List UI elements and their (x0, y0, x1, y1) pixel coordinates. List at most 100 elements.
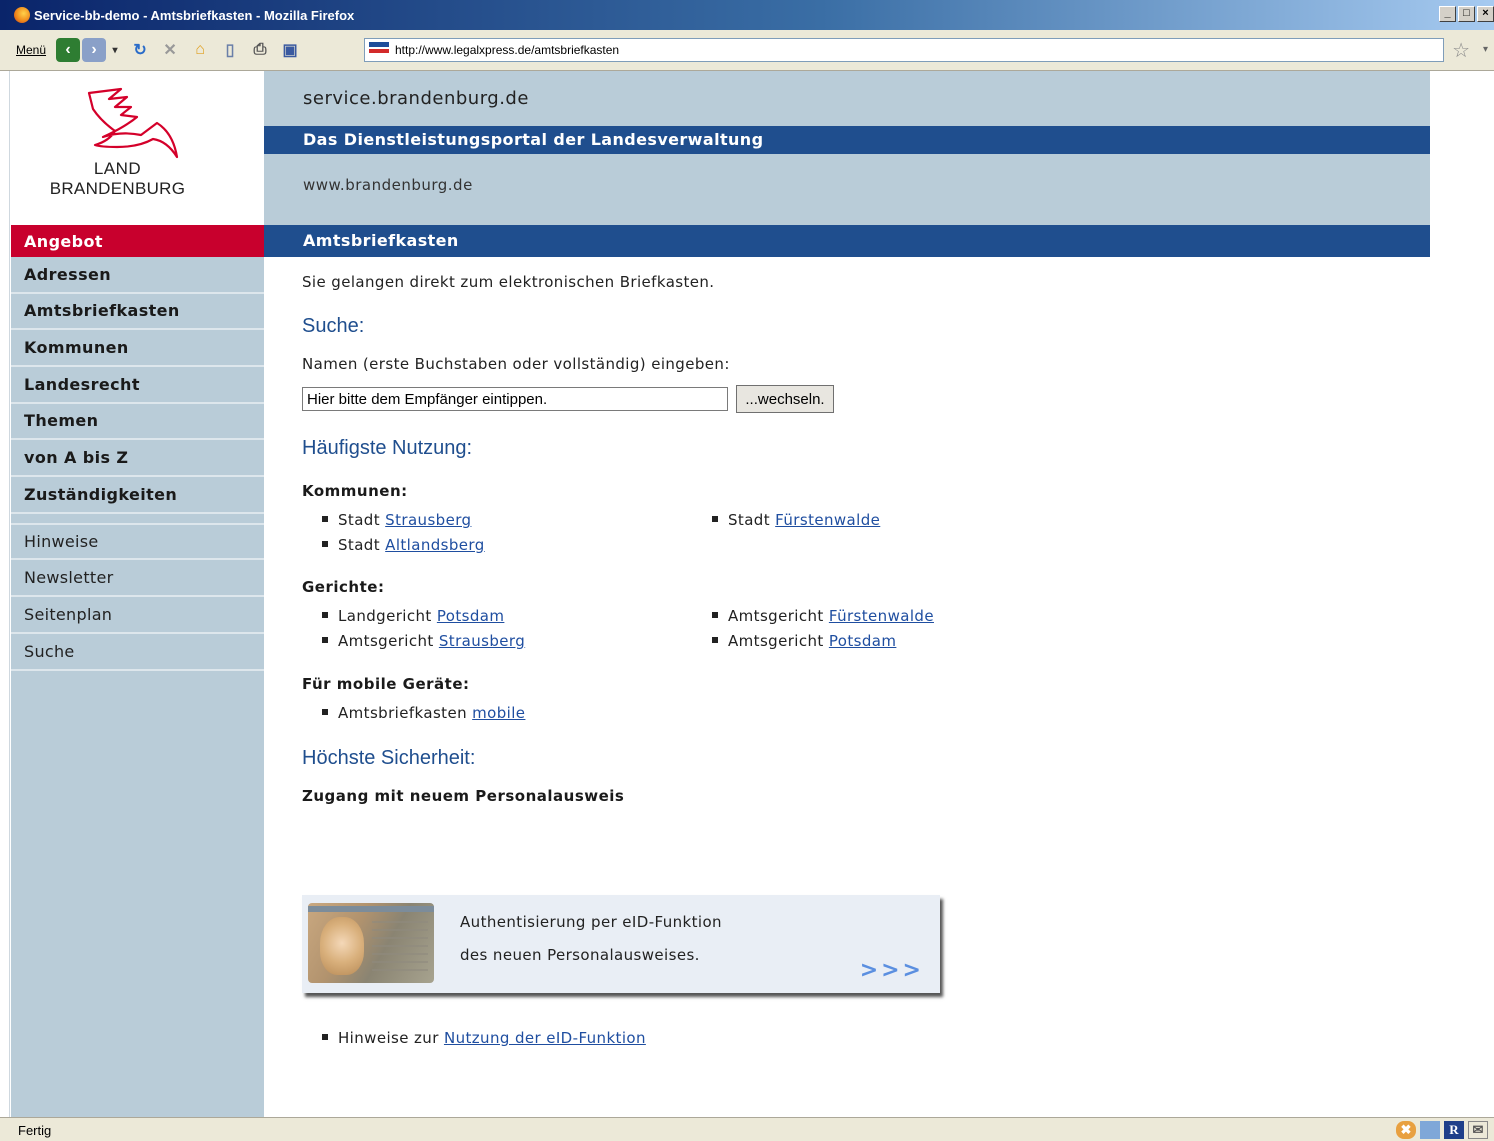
kommunen-heading: Kommunen: (302, 482, 408, 500)
bookmark-star-icon[interactable]: ☆ (1452, 38, 1470, 63)
eagle-icon (87, 87, 179, 159)
id-card-image (308, 903, 434, 983)
search-heading: Suche: (302, 315, 365, 337)
url-text: http://www.legalxpress.de/amtsbriefkaste… (395, 43, 620, 57)
eid-login-card[interactable]: Authentisierung per eID-Funktion des neu… (302, 895, 940, 993)
link-strausberg[interactable]: Strausberg (385, 511, 471, 529)
list-item-prefix: Stadt (338, 536, 380, 554)
firefox-icon (14, 7, 30, 23)
gerichte-heading: Gerichte: (302, 578, 385, 596)
sidebar-item-hinweise[interactable]: Hinweise (11, 523, 264, 560)
star-dropdown-icon[interactable]: ▾ (1483, 44, 1488, 55)
page-icon[interactable]: ▯ (218, 38, 242, 62)
addon-blocked-icon[interactable]: ✖ (1396, 1121, 1416, 1139)
link-amtsgericht-strausberg[interactable]: Strausberg (439, 632, 525, 650)
link-altlandsberg[interactable]: Altlandsberg (385, 536, 485, 554)
bullet-icon (322, 636, 328, 643)
sidebar: LAND BRANDENBURG Angebot Adressen Amtsbr… (11, 71, 264, 1117)
browser-toolbar: Menü ‹ › ▾ ↻ ✕ ⌂ ▯ ⎙ ▣ http://www.legalx… (0, 30, 1494, 71)
reload-icon[interactable]: ↻ (128, 38, 152, 62)
url-bar[interactable]: http://www.legalxpress.de/amtsbriefkaste… (364, 38, 1444, 62)
list-item: Amtsbriefkasten mobile (322, 704, 525, 722)
stop-icon[interactable]: ✕ (158, 38, 182, 62)
portal-link-band: www.brandenburg.de (264, 154, 1430, 225)
back-icon[interactable]: ‹ (56, 38, 81, 62)
id-card-portrait (320, 917, 364, 975)
list-item: Amtsgericht Potsdam (712, 632, 896, 650)
list-item-prefix: Stadt (728, 511, 770, 529)
list-item: Stadt Fürstenwalde (712, 511, 880, 529)
mail-icon[interactable]: ✉ (1468, 1121, 1488, 1139)
mobile-heading: Für mobile Geräte: (302, 675, 470, 693)
addon-r-icon[interactable]: R (1444, 1121, 1464, 1139)
sidebar-item-themen[interactable]: Themen (11, 403, 264, 440)
link-amtsgericht-potsdam[interactable]: Potsdam (829, 632, 897, 650)
id-card-text-lines (372, 921, 428, 971)
link-eid-usage[interactable]: Nutzung der eID-Funktion (444, 1029, 646, 1047)
page-viewport: LAND BRANDENBURG Angebot Adressen Amtsbr… (0, 71, 1494, 1117)
page-left-margin (0, 71, 10, 1117)
home-icon[interactable]: ⌂ (188, 38, 212, 62)
status-bar: Fertig ✖ R ✉ (0, 1117, 1494, 1141)
section-band: Amtsbriefkasten (264, 225, 1430, 257)
search-submit-button[interactable]: ...wechseln. (736, 385, 834, 413)
sidebar-item-newsletter[interactable]: Newsletter (11, 560, 264, 597)
security-heading: Höchste Sicherheit: (302, 747, 476, 769)
site-name[interactable]: service.brandenburg.de (303, 88, 529, 109)
bullet-icon (322, 540, 328, 547)
site-header: service.brandenburg.de (264, 71, 1430, 126)
list-item-prefix: Amtsgericht (338, 632, 434, 650)
intro-text: Sie gelangen direkt zum elektronischen B… (302, 273, 715, 291)
list-item-prefix: Amtsgericht (728, 632, 824, 650)
maximize-icon[interactable]: □ (1458, 6, 1475, 22)
sidebar-item-landesrecht[interactable]: Landesrecht (11, 367, 264, 404)
forward-icon[interactable]: › (82, 38, 107, 62)
close-icon[interactable]: × (1477, 6, 1494, 22)
eid-arrow-icon[interactable]: >>> (860, 958, 924, 983)
save-icon[interactable]: ▣ (278, 38, 302, 62)
bullet-icon (712, 636, 718, 643)
link-amtsgericht-fuerstenwalde[interactable]: Fürstenwalde (829, 607, 934, 625)
list-item-prefix: Landgericht (338, 607, 432, 625)
logo-line-1: LAND (93, 159, 142, 178)
list-item: Amtsgericht Fürstenwalde (712, 607, 934, 625)
bullet-icon (322, 1033, 328, 1040)
link-landgericht-potsdam[interactable]: Potsdam (437, 607, 505, 625)
bullet-icon (712, 515, 718, 522)
link-fuerstenwalde[interactable]: Fürstenwalde (775, 511, 880, 529)
link-mobile[interactable]: mobile (472, 704, 525, 722)
list-item-prefix: Amtsbriefkasten (338, 704, 467, 722)
logo-line-2: BRANDENBURG (49, 179, 186, 198)
section-title: Amtsbriefkasten (303, 231, 459, 250)
list-item: Stadt Strausberg (322, 511, 471, 529)
brandenburg-logo[interactable]: LAND BRANDENBURG (11, 71, 264, 225)
site-tagline: Das Dienstleistungsportal der Landesverw… (303, 130, 764, 149)
sidebar-item-adressen[interactable]: Adressen (11, 257, 264, 294)
sidebar-item-seitenplan[interactable]: Seitenplan (11, 597, 264, 634)
sidebar-item-kommunen[interactable]: Kommunen (11, 330, 264, 367)
bullet-icon (322, 611, 328, 618)
sidebar-item-zustaendigkeiten[interactable]: Zuständigkeiten (11, 477, 264, 514)
eid-card-line-1: Authentisierung per eID-Funktion (460, 913, 722, 931)
sidebar-item-amtsbriefkasten[interactable]: Amtsbriefkasten (11, 293, 264, 330)
sidebar-item-von-a-bis-z[interactable]: von A bis Z (11, 440, 264, 477)
addon-window-icon[interactable] (1420, 1121, 1440, 1139)
recipient-search-input[interactable] (302, 387, 728, 411)
usage-heading: Häufigste Nutzung: (302, 437, 473, 459)
list-item-prefix: Stadt (338, 511, 380, 529)
minimize-icon[interactable]: _ (1439, 6, 1456, 22)
bullet-icon (322, 708, 328, 715)
window-controls: _ □ × (1437, 6, 1494, 22)
list-item: Amtsgericht Strausberg (322, 632, 525, 650)
bullet-icon (712, 611, 718, 618)
menu-button[interactable]: Menü (16, 43, 46, 57)
list-item: Stadt Altlandsberg (322, 536, 485, 554)
brandenburg-link[interactable]: www.brandenburg.de (303, 176, 473, 194)
list-item: Landgericht Potsdam (322, 607, 504, 625)
tagline-band: Das Dienstleistungsportal der Landesverw… (264, 126, 1430, 154)
print-icon[interactable]: ⎙ (248, 38, 272, 62)
sidebar-item-angebot[interactable]: Angebot (11, 225, 264, 257)
eid-card-line-2: des neuen Personalausweises. (460, 946, 700, 964)
history-dropdown-icon[interactable]: ▾ (108, 38, 122, 62)
sidebar-item-suche[interactable]: Suche (11, 634, 264, 671)
